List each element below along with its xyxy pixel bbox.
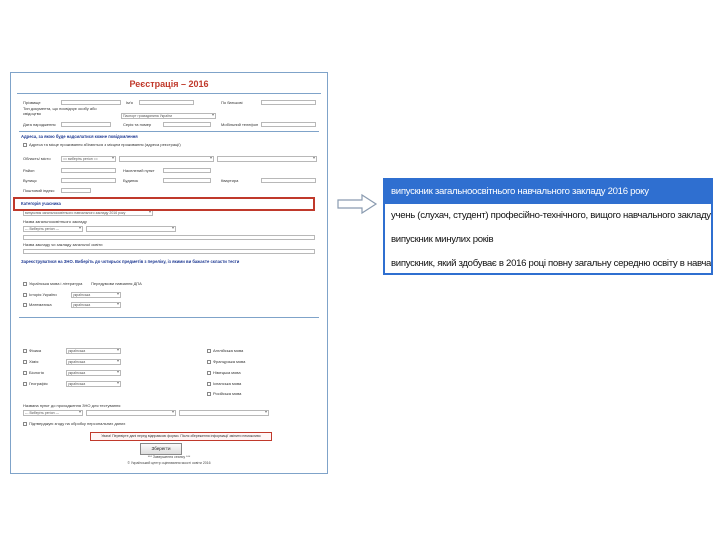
category-dropdown-zoom: випускник загальноосвітнього навчального… xyxy=(383,178,713,275)
russian-label: Російська мова xyxy=(213,391,242,396)
name-label: Ім'я xyxy=(126,100,133,105)
address-checkbox[interactable] xyxy=(23,143,27,147)
form-title: Реєстрація – 2016 xyxy=(129,79,209,89)
submit-note: Увага! Перевірте дані перед відправкою ф… xyxy=(90,432,272,441)
doc-note-label: Тип документа, що посвідчує особу або св… xyxy=(23,106,97,116)
math-checkbox[interactable] xyxy=(23,303,27,307)
ukr-label: Українська мова і література xyxy=(29,281,83,286)
address-checkbox-label: Адреса та місце проживання збігаються з … xyxy=(29,142,181,147)
bio-checkbox[interactable] xyxy=(23,371,27,375)
district-input[interactable] xyxy=(61,168,116,173)
dropdown-option[interactable]: учень (слухач, студент) професійно-техні… xyxy=(385,204,711,228)
address-section-title: Адреса, за якою буде надсилатися кожне п… xyxy=(21,134,138,139)
chem-checkbox[interactable] xyxy=(23,360,27,364)
bio-label: Біологія xyxy=(29,370,44,375)
german-checkbox[interactable] xyxy=(207,371,211,375)
doc-type-select[interactable]: Паспорт громадянина України xyxy=(121,113,216,119)
chem-label: Хімія xyxy=(29,359,39,364)
geo-checkbox[interactable] xyxy=(23,382,27,386)
house-input[interactable] xyxy=(163,178,211,183)
school-select[interactable] xyxy=(86,226,176,232)
divider xyxy=(19,131,319,132)
english-label: Англійська мова xyxy=(213,348,244,353)
extra-section-title: Названа пункт до проходження ЗНО для тес… xyxy=(23,403,121,408)
french-checkbox[interactable] xyxy=(207,360,211,364)
history-checkbox[interactable] xyxy=(23,293,27,297)
series-label: Серія та номер xyxy=(123,122,152,127)
house-label: Будинок xyxy=(123,178,139,183)
patronymic-input[interactable] xyxy=(261,100,316,105)
region-label: Область/ місто xyxy=(23,156,51,161)
english-checkbox[interactable] xyxy=(207,349,211,353)
school-name-label: Назва закладу чи закладу загальної освіт… xyxy=(23,242,103,247)
geo-lang-select[interactable]: українська xyxy=(66,381,121,387)
spanish-checkbox[interactable] xyxy=(207,382,211,386)
school-name-input[interactable] xyxy=(23,249,315,254)
school-label: Назва загальноосвітнього закладу xyxy=(23,219,87,224)
flat-input[interactable] xyxy=(261,178,316,183)
settlement-input[interactable] xyxy=(163,168,211,173)
extra-point-select[interactable] xyxy=(179,410,269,416)
phone-label: Мобільний телефон xyxy=(221,122,259,127)
spanish-label: Іспанська мова xyxy=(213,381,242,386)
physics-checkbox[interactable] xyxy=(23,349,27,353)
postcode-label: Поштовий індекс xyxy=(23,188,55,193)
footer-line1: *** Завершення сеансу *** xyxy=(147,455,191,459)
french-label: Французька мова xyxy=(213,359,246,364)
subjects-section-title: Зареєструватися на ЗНО. Виберіть до чоти… xyxy=(21,259,240,264)
postcode-input[interactable] xyxy=(61,188,91,193)
settlement-label: Населений пункт xyxy=(123,168,155,173)
german-label: Німецька мова xyxy=(213,370,241,375)
category-highlight-box xyxy=(13,197,315,211)
birthdate-label: Дата народження xyxy=(23,122,56,127)
agree-label: Підтверджую згоду на обробку персональни… xyxy=(29,421,126,426)
submit-button[interactable]: Зберегти xyxy=(140,443,182,455)
chem-lang-select[interactable]: українська xyxy=(66,359,121,365)
history-lang-select[interactable]: українська xyxy=(71,292,121,298)
series-input[interactable] xyxy=(163,122,211,127)
school-region-select[interactable]: --- Виберіть регіон --- xyxy=(23,226,83,232)
physics-lang-select[interactable]: українська xyxy=(66,348,121,354)
registration-form: Реєстрація – 2016 Прізвище Ім'я По батьк… xyxy=(10,72,328,474)
birthdate-input[interactable] xyxy=(61,122,111,127)
dropdown-option[interactable]: випускник минулих років xyxy=(385,228,711,252)
patronymic-label: По батькові xyxy=(221,100,243,105)
region-select[interactable]: == виберіть регіон == xyxy=(61,156,116,162)
surname-input[interactable] xyxy=(61,100,121,105)
math-lang-select[interactable]: українська xyxy=(71,302,121,308)
dropdown-option[interactable]: випускник загальноосвітнього навчального… xyxy=(385,180,711,204)
footer-line2: © Український центр оцінювання якості ос… xyxy=(127,461,211,465)
divider xyxy=(19,317,319,318)
street-input[interactable] xyxy=(61,178,116,183)
history-label: Історія України xyxy=(29,292,57,297)
phone-input[interactable] xyxy=(261,122,316,127)
physics-label: Фізика xyxy=(29,348,42,353)
title-divider xyxy=(17,93,321,94)
settlement-select[interactable] xyxy=(217,156,317,162)
street-label: Вулиця xyxy=(23,178,37,183)
flat-label: Квартира xyxy=(221,178,239,183)
agree-checkbox[interactable] xyxy=(23,422,27,426)
arrow-right-icon xyxy=(337,193,378,215)
level-label: Передумови навчання ДПА xyxy=(91,281,142,286)
geo-label: Географія xyxy=(29,381,48,386)
extra-district-select[interactable] xyxy=(86,410,176,416)
name-input[interactable] xyxy=(139,100,194,105)
dropdown-option[interactable]: випускник, який здобуває в 2016 році пов… xyxy=(385,252,711,273)
school-input[interactable] xyxy=(23,235,315,240)
extra-region-select[interactable]: --- Виберіть регіон --- xyxy=(23,410,83,416)
math-label: Математика xyxy=(29,302,52,307)
ukr-checkbox[interactable] xyxy=(23,282,27,286)
district-label: Район xyxy=(23,168,35,173)
surname-label: Прізвище xyxy=(23,100,41,105)
district-select[interactable] xyxy=(119,156,214,162)
bio-lang-select[interactable]: українська xyxy=(66,370,121,376)
russian-checkbox[interactable] xyxy=(207,392,211,396)
